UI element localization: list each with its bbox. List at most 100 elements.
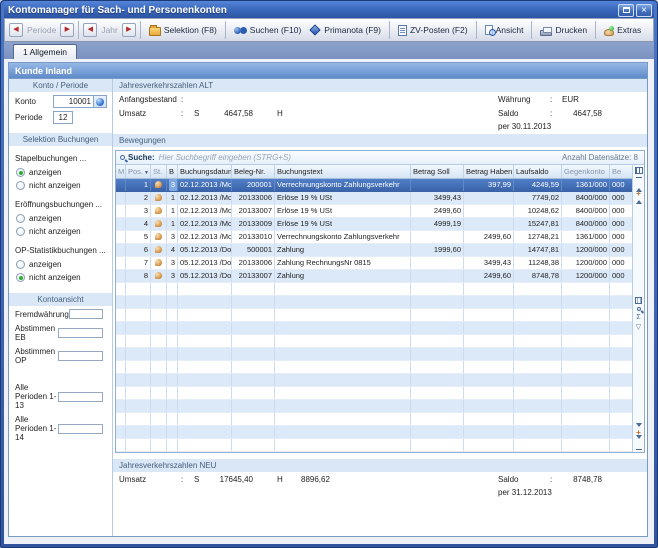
table-nav-strip: + Σ ▽ + [632, 165, 644, 452]
checkbox-icon[interactable] [58, 351, 103, 361]
table-cell: 000 [610, 179, 632, 191]
arrow-right-icon: ▶ [65, 26, 70, 33]
checkbox-icon[interactable] [58, 424, 103, 434]
restore-button[interactable] [618, 4, 634, 17]
jahr-next-button[interactable]: ▶ [122, 23, 136, 37]
table-cell [151, 192, 167, 204]
check-fremdwaehrung[interactable]: Fremdwährung [9, 306, 112, 321]
column-header[interactable]: Betrag Soll [411, 165, 464, 178]
radio-icon[interactable] [16, 227, 25, 236]
sum-icon[interactable]: Σ [636, 314, 640, 321]
zoom-search-icon[interactable] [637, 307, 641, 311]
extras-button[interactable]: Extras [600, 23, 645, 38]
table-row[interactable]: 3102.12.2013 /Mo20133007Erlöse 19 % USt2… [116, 205, 632, 218]
table-cell: 8400/000 [562, 192, 610, 204]
bewegungen-table: Suche: Hier Suchbegriff eingeben (STRG+S… [115, 150, 645, 453]
table-cell: 8400/000 [562, 218, 610, 230]
column-header[interactable]: B [167, 165, 178, 178]
column-header[interactable]: Pos.▼ [126, 165, 151, 178]
table-empty-row [116, 309, 632, 322]
checkbox-icon[interactable] [69, 309, 103, 319]
column-chooser-icon[interactable] [635, 167, 643, 174]
radio-op-nicht-anzeigen[interactable]: nicht anzeigen [9, 271, 112, 284]
table-empty-row [116, 374, 632, 387]
columns-settings-icon[interactable] [635, 297, 642, 304]
table-cell: 1200/000 [562, 244, 610, 256]
periode-next-button[interactable]: ▶ [60, 23, 74, 37]
group-label-stapelbuchungen: Stapelbuchungen ... [9, 146, 112, 166]
selektion-button[interactable]: Selektion (F8) [145, 23, 221, 38]
close-button[interactable]: × [636, 4, 652, 17]
konto-input[interactable]: 10001 [53, 95, 94, 108]
column-header[interactable]: Gegenkonto [562, 165, 610, 178]
table-row[interactable]: 7305.12.2013 /Do20133006Zahlung Rechnung… [116, 257, 632, 270]
check-abstimmen-op[interactable]: Abstimmen OP [9, 344, 112, 367]
filter-icon[interactable]: ▽ [636, 324, 641, 331]
insert-row-icon[interactable]: + [636, 191, 641, 197]
suchen-button[interactable]: Suchen (F10) [230, 23, 306, 37]
goto-first-icon[interactable] [636, 177, 642, 188]
goto-last-icon[interactable] [636, 439, 642, 450]
scroll-up-icon[interactable] [636, 200, 642, 204]
checkbox-label: Abstimmen OP [15, 347, 58, 365]
column-header[interactable]: Laufsaldo [514, 165, 562, 178]
group-label-eroeffnungsbuchungen: Eröffnungsbuchungen ... [9, 192, 112, 212]
zv-posten-button[interactable]: ZV-Posten (F2) [394, 23, 472, 38]
radio-icon[interactable] [16, 214, 25, 223]
periode-field-label: Periode [15, 113, 53, 122]
radio-op-anzeigen[interactable]: anzeigen [9, 258, 112, 271]
column-header[interactable]: Buchungstext [275, 165, 411, 178]
search-input[interactable]: Hier Suchbegriff eingeben (STRG+S) [159, 153, 562, 162]
radio-stapel-anzeigen[interactable]: anzeigen [9, 166, 112, 179]
table-empty-row [116, 361, 632, 374]
radio-icon[interactable] [16, 168, 25, 177]
column-header[interactable]: Beleg-Nr. [232, 165, 275, 178]
radio-eroeffnung-anzeigen[interactable]: anzeigen [9, 212, 112, 225]
separator: : [550, 475, 562, 484]
window-title: Kontomanager für Sach- und Personenkonte… [8, 5, 616, 16]
periode-input[interactable]: 12 [53, 111, 73, 124]
selektion-buchungen-header: Selektion Buchungen [9, 133, 112, 146]
jahr-prev-button[interactable]: ◀ [83, 23, 97, 37]
radio-icon[interactable] [16, 273, 25, 282]
column-header[interactable]: Buchungsdatum [178, 165, 232, 178]
table-row[interactable]: 6405.12.2013 /Do500001Zahlung1999,601474… [116, 244, 632, 257]
scroll-down-icon[interactable] [636, 423, 642, 427]
radio-stapel-nicht-anzeigen[interactable]: nicht anzeigen [9, 179, 112, 192]
table-row[interactable]: 1302.12.2013 /Mo200001Verrechnungskonto … [116, 179, 632, 192]
radio-eroeffnung-nicht-anzeigen[interactable]: nicht anzeigen [9, 225, 112, 238]
table-row[interactable]: 5302.12.2013 /Mo20133010Verrechnungskont… [116, 231, 632, 244]
primanota-button[interactable]: Primanota (F9) [305, 23, 385, 37]
search-label: Suche: [128, 153, 155, 162]
radio-icon[interactable] [16, 181, 25, 190]
checkbox-icon[interactable] [58, 328, 103, 338]
checkbox-label: Abstimmen EB [15, 324, 58, 342]
check-alle-perioden-14[interactable]: Alle Perioden 1-14 [9, 412, 112, 444]
column-header[interactable]: M [116, 165, 126, 178]
alt-per-row: per 30.11.2013 [113, 120, 647, 132]
table-empty-row [116, 426, 632, 439]
table-row[interactable]: 2102.12.2013 /Mo20133006Erlöse 19 % USt3… [116, 192, 632, 205]
drucken-button[interactable]: Drucken [536, 23, 591, 38]
checkbox-icon[interactable] [58, 392, 103, 402]
table-cell: 7 [126, 257, 151, 269]
table-cell: 000 [610, 205, 632, 217]
periode-prev-button[interactable]: ◀ [9, 23, 23, 37]
table-cell: 10248,62 [514, 205, 562, 217]
table-cell: 1200/000 [562, 270, 610, 282]
check-alle-perioden-13[interactable]: Alle Perioden 1-13 [9, 380, 112, 412]
column-header[interactable]: Betrag Haben [464, 165, 514, 178]
tab-allgemein[interactable]: 1 Allgemein [13, 44, 77, 59]
saldo-label: Saldo [498, 475, 550, 484]
table-cell: 20133007 [232, 270, 275, 282]
ansicht-button[interactable]: Ansicht [481, 23, 528, 37]
separator: : [550, 95, 562, 104]
table-row[interactable]: 8305.12.2013 /Do20133007Zahlung2499,6087… [116, 270, 632, 283]
column-header[interactable]: St. [151, 165, 167, 178]
primanota-label: Primanota (F9) [324, 25, 381, 35]
radio-icon[interactable] [16, 260, 25, 269]
konto-lookup-button[interactable] [94, 95, 107, 108]
table-row[interactable]: 4102.12.2013 /Mo20133009Erlöse 19 % USt4… [116, 218, 632, 231]
column-header[interactable]: Be [610, 165, 632, 178]
check-abstimmen-eb[interactable]: Abstimmen EB [9, 321, 112, 344]
